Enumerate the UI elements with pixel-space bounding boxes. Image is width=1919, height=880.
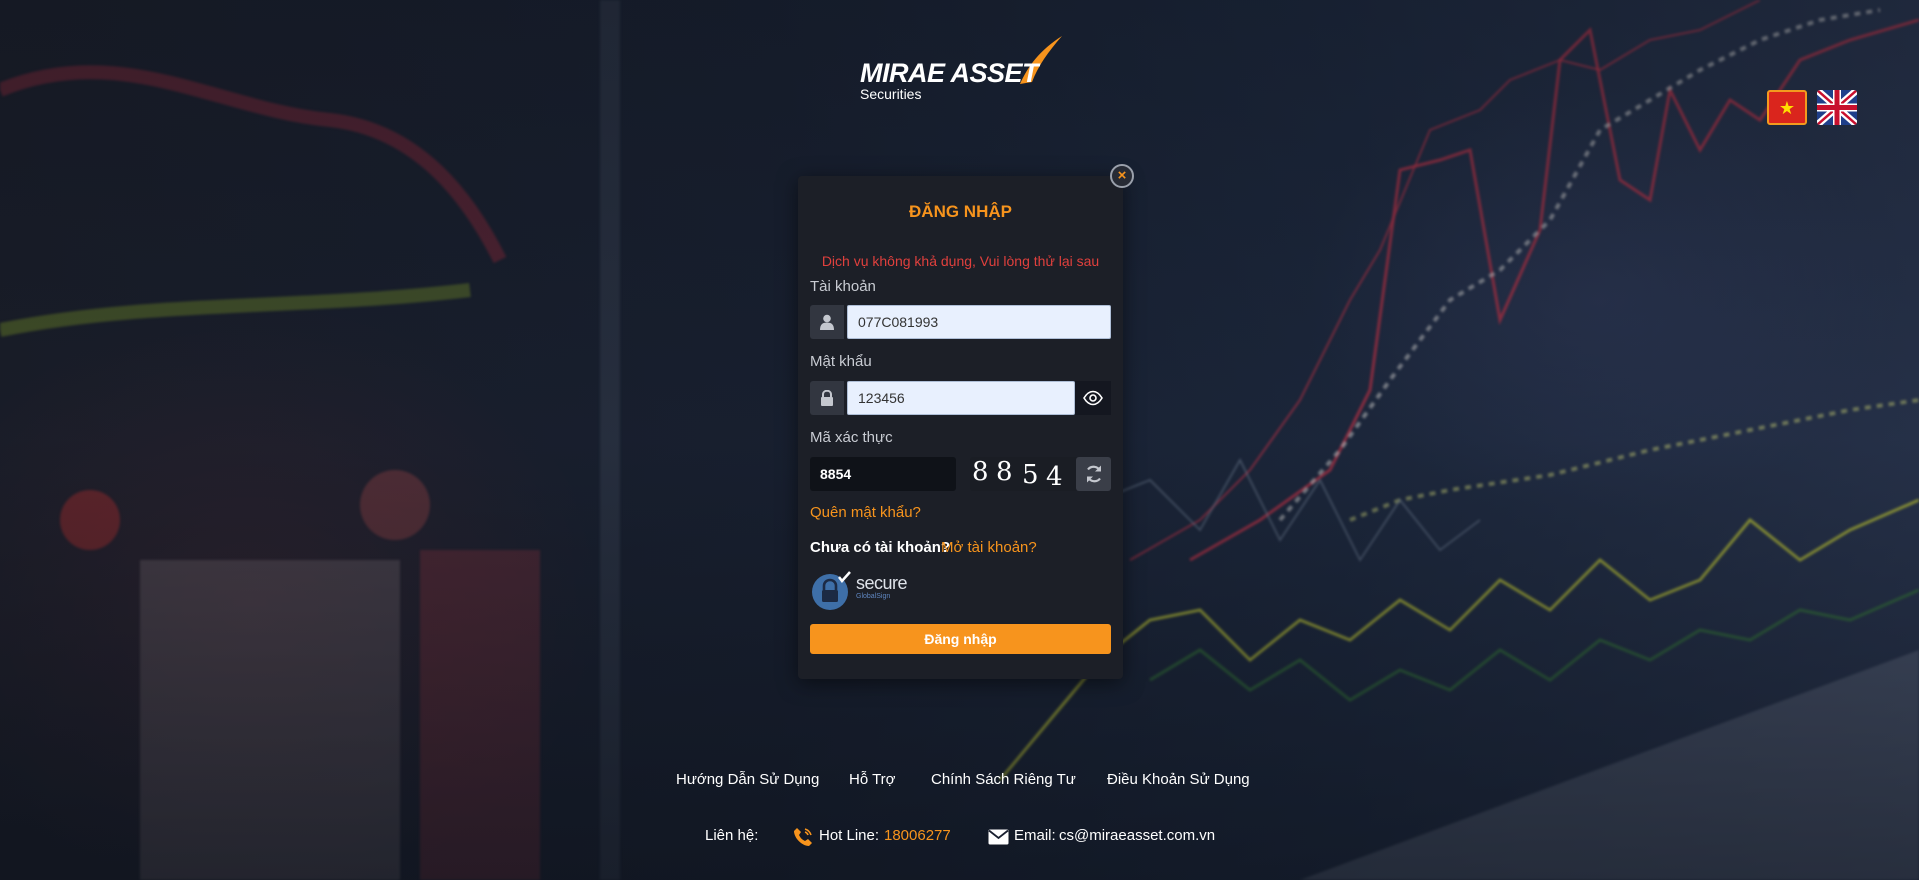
footer-link-terms[interactable]: Điều Khoản Sử Dụng bbox=[1107, 771, 1250, 788]
captcha-digit: 8 bbox=[996, 457, 1013, 487]
footer-link-support[interactable]: Hỗ Trợ bbox=[849, 771, 896, 788]
refresh-icon bbox=[1086, 465, 1102, 483]
secure-subtext: GlobalSign bbox=[856, 593, 891, 600]
account-input-group: 077C081993 bbox=[810, 305, 1111, 339]
account-label: Tài khoản bbox=[810, 278, 876, 295]
logo-text: MIRAE ASSET bbox=[860, 58, 1039, 88]
language-english-button[interactable] bbox=[1817, 90, 1857, 125]
secure-text: secure bbox=[856, 573, 908, 593]
captcha-image: 8 8 5 4 bbox=[970, 457, 1078, 492]
hotline-label: Hot Line: bbox=[819, 827, 880, 844]
password-input-group: 123456 bbox=[810, 381, 1111, 415]
captcha-digit: 8 bbox=[972, 457, 989, 487]
login-button[interactable]: Đăng nhập bbox=[810, 624, 1111, 654]
login-title: ĐĂNG NHẬP bbox=[909, 202, 1012, 221]
uk-flag-icon bbox=[1817, 90, 1857, 125]
vietnam-flag-icon: ★ bbox=[1778, 98, 1796, 118]
email-icon bbox=[988, 829, 1009, 845]
contact-label: Liên hệ: bbox=[705, 827, 759, 844]
phone-icon bbox=[794, 828, 812, 846]
no-account-text: Chưa có tài khoản? bbox=[810, 539, 951, 556]
captcha-digit: 5 bbox=[1022, 460, 1039, 490]
open-account-link[interactable]: Mở tài khoản? bbox=[941, 539, 1037, 556]
show-password-button[interactable] bbox=[1075, 381, 1111, 415]
footer-link-privacy-policy[interactable]: Chính Sách Riêng Tư bbox=[931, 771, 1076, 788]
user-icon bbox=[810, 305, 844, 339]
brand-logo: MIRAE ASSET Securities bbox=[858, 36, 1064, 104]
email-address[interactable]: cs@miraeasset.com.vn bbox=[1059, 827, 1215, 844]
footer-link-user-guide[interactable]: Hướng Dẫn Sử Dụng bbox=[676, 771, 819, 788]
error-message: Dịch vụ không khả dụng, Vui lòng thử lại… bbox=[821, 253, 1100, 269]
close-button[interactable]: × bbox=[1110, 164, 1134, 188]
captcha-label: Mã xác thực bbox=[810, 429, 893, 446]
login-modal: ĐĂNG NHẬP Dịch vụ không khả dụng, Vui lò… bbox=[798, 176, 1123, 679]
secure-lock-icon bbox=[812, 571, 851, 610]
email-label: Email: bbox=[1014, 827, 1056, 844]
lock-icon bbox=[810, 381, 844, 415]
refresh-captcha-button[interactable] bbox=[1076, 457, 1111, 491]
hotline-number[interactable]: 18006277 bbox=[884, 827, 951, 844]
globalsign-secure-badge[interactable]: secure GlobalSign bbox=[810, 571, 920, 611]
captcha-input[interactable]: 8854 bbox=[810, 457, 956, 491]
password-label: Mật khẩu bbox=[810, 353, 872, 370]
language-vietnamese-button[interactable]: ★ bbox=[1767, 90, 1807, 125]
forgot-password-link[interactable]: Quên mật khẩu? bbox=[810, 504, 921, 521]
account-input[interactable]: 077C081993 bbox=[847, 305, 1111, 339]
captcha-digit: 4 bbox=[1046, 462, 1063, 492]
eye-icon bbox=[1083, 390, 1103, 406]
logo-subtext: Securities bbox=[860, 86, 922, 102]
password-input[interactable]: 123456 bbox=[847, 381, 1075, 415]
